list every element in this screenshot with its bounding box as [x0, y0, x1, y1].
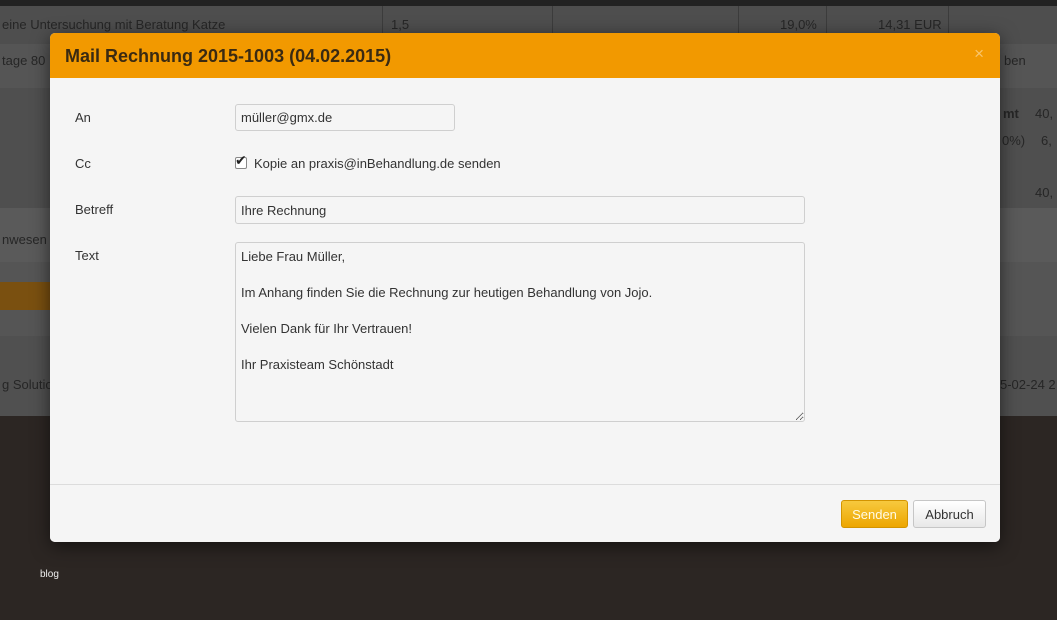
background-orange-button	[0, 282, 52, 310]
checkmark-icon: ✔	[235, 153, 247, 169]
summary-label: mt	[1003, 106, 1019, 121]
cancel-button[interactable]: Abbruch	[913, 500, 986, 528]
to-email-input[interactable]	[235, 104, 455, 131]
dialog-footer: Senden Abbruch	[50, 484, 1000, 542]
row-tax: 19,0%	[780, 17, 817, 32]
subject-input[interactable]	[235, 196, 805, 224]
row2-text: tage 80	[2, 53, 46, 68]
message-textarea[interactable]: Liebe Frau Müller, Im Anhang finden Sie …	[235, 242, 805, 422]
dialog-header: Mail Rechnung 2015-1003 (04.02.2015) ×	[50, 33, 1000, 78]
close-icon[interactable]: ×	[974, 45, 984, 62]
row-price: 14,31 EUR	[878, 17, 942, 32]
row-description: eine Untersuchung mit Beratung Katze	[2, 17, 226, 32]
cc-copy-option[interactable]: ✔ Kopie an praxis@inBehandlung.de senden	[235, 153, 501, 173]
cc-copy-label[interactable]: Kopie an praxis@inBehandlung.de senden	[254, 156, 501, 171]
summary-tax-value: 6,	[1041, 133, 1052, 148]
cc-label: Cc	[75, 156, 91, 171]
section-heading: nwesen	[2, 232, 47, 247]
footer-right-text: 5-02-24 2	[1000, 377, 1056, 392]
summary-value: 40,	[1035, 106, 1054, 121]
summary-total: 40,	[1035, 185, 1054, 200]
subject-label: Betreff	[75, 202, 114, 217]
text-label: Text	[75, 248, 99, 263]
dialog-title: Mail Rechnung 2015-1003 (04.02.2015)	[65, 46, 392, 66]
to-label: An	[75, 110, 91, 125]
row-quantity: 1,5	[391, 17, 410, 32]
blog-link[interactable]: blog	[40, 569, 59, 580]
row2-right-text: ben	[1004, 53, 1026, 68]
mail-invoice-dialog: Mail Rechnung 2015-1003 (04.02.2015) × A…	[50, 33, 1000, 542]
footer-left-text: g Solutio	[2, 377, 53, 392]
summary-tax-label: 0%)	[1002, 133, 1026, 148]
send-button[interactable]: Senden	[841, 500, 908, 528]
cc-copy-checkbox[interactable]: ✔	[235, 153, 247, 169]
